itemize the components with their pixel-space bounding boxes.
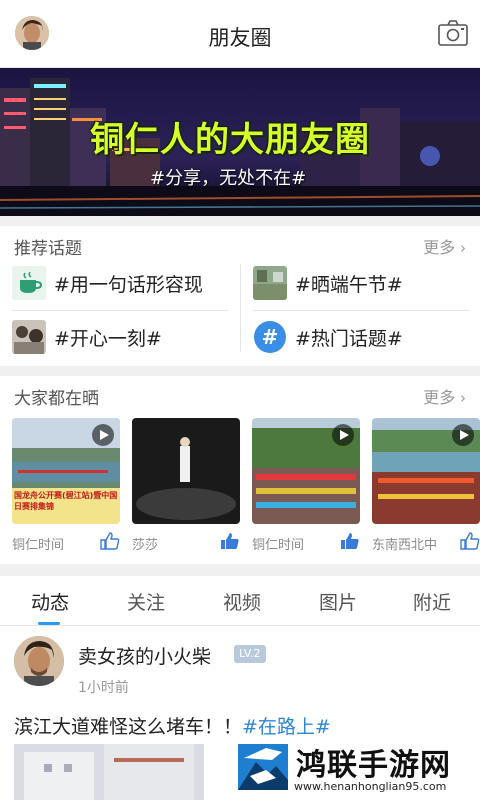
post-timestamp: 1小时前: [78, 680, 129, 696]
topic-item[interactable]: #开心一刻#: [12, 318, 232, 358]
post-author-avatar[interactable]: [14, 636, 64, 686]
everyone-sharing-title: 大家都在晒: [14, 389, 99, 409]
topic-thumbnail: [253, 266, 287, 300]
thumbs-up-icon[interactable]: [340, 532, 360, 550]
recommended-more-link[interactable]: 更多 ›: [423, 234, 466, 258]
recommended-topics-title: 推荐话题: [14, 239, 82, 259]
active-tab-indicator: [38, 622, 60, 625]
topic-thumbnail: [12, 320, 46, 354]
video-caption: 国龙舟公开赛(碧江站)暨中国 日赛排集锦: [14, 491, 118, 511]
post-hashtag[interactable]: #在路上#: [242, 716, 331, 738]
post-text: 滨江大道难怪这么堵车！！#在路上#: [14, 712, 331, 739]
coffee-icon: [12, 266, 46, 300]
chevron-right-icon: ›: [455, 239, 466, 257]
level-badge: LV.2: [234, 645, 266, 663]
everyone-more-link[interactable]: 更多 ›: [423, 384, 466, 408]
banner-subtitle: #分享，无处不在#: [150, 168, 307, 189]
banner[interactable]: 铜仁人的大朋友圈 #分享，无处不在#: [0, 68, 480, 216]
video-thumbnail: [132, 418, 240, 524]
watermark-url: www.henanhonglian95.com: [294, 780, 447, 793]
card-author: 铜仁时间: [12, 538, 65, 553]
section-divider: [0, 366, 480, 376]
tab-video[interactable]: 视频: [194, 588, 290, 615]
topic-item[interactable]: #用一句话形容现: [12, 264, 232, 304]
play-icon: [452, 424, 474, 446]
divider: [253, 310, 469, 311]
tab-follow[interactable]: 关注: [98, 588, 194, 615]
hashtag-icon: #: [253, 320, 287, 354]
video-thumbnail: [372, 418, 480, 524]
more-label: 更多: [423, 238, 456, 257]
section-divider: [0, 564, 480, 576]
play-icon: [92, 424, 114, 446]
thumbs-up-icon[interactable]: [100, 532, 120, 550]
thumbs-up-icon[interactable]: [460, 532, 480, 550]
divider: [240, 264, 241, 352]
topic-label: #热门话题#: [295, 328, 403, 350]
shared-video-card[interactable]: 铜仁时间: [252, 418, 360, 553]
chevron-right-icon: ›: [455, 389, 466, 407]
play-icon: [332, 424, 354, 446]
card-author: 东南西北中: [372, 538, 438, 553]
thumbs-up-icon[interactable]: [220, 532, 240, 550]
tab-nearby[interactable]: 附近: [384, 588, 480, 615]
card-author: 铜仁时间: [252, 538, 305, 553]
topic-label: #开心一刻#: [54, 328, 162, 350]
tab-dynamic[interactable]: 动态: [2, 588, 98, 615]
post-image[interactable]: [14, 744, 204, 800]
feed-tabs: 动态 关注 视频 图片 附近: [0, 576, 480, 626]
camera-icon[interactable]: [438, 20, 468, 46]
top-bar: 朋友圈: [0, 0, 480, 68]
topic-label: #晒端午节#: [295, 274, 403, 296]
topic-item[interactable]: #晒端午节#: [253, 264, 473, 304]
banner-title: 铜仁人的大朋友圈: [90, 120, 370, 160]
post-author-name[interactable]: 卖女孩的小火柴: [78, 642, 211, 669]
page-title: 朋友圈: [208, 26, 272, 50]
watermark: 鸿联手游网 www.henanhonglian95.com: [234, 738, 480, 800]
shared-video-card[interactable]: 东南西北中: [372, 418, 480, 553]
shared-video-card[interactable]: 莎莎: [132, 418, 240, 553]
divider: [12, 310, 228, 311]
tab-photo[interactable]: 图片: [290, 588, 386, 615]
post-body: 滨江大道难怪这么堵车！！: [14, 716, 243, 738]
watermark-title: 鸿联手游网: [296, 748, 451, 783]
section-divider: [0, 216, 480, 226]
topic-label: #用一句话形容现: [54, 274, 203, 296]
video-thumbnail: 国龙舟公开赛(碧江站)暨中国 日赛排集锦: [12, 418, 120, 524]
svg-text:#: #: [262, 325, 279, 349]
watermark-logo: [236, 740, 290, 794]
topic-item[interactable]: # #热门话题#: [253, 318, 473, 358]
more-label: 更多: [423, 388, 456, 407]
video-thumbnail: [252, 418, 360, 524]
shared-video-card[interactable]: 国龙舟公开赛(碧江站)暨中国 日赛排集锦 铜仁时间: [12, 418, 120, 553]
card-author: 莎莎: [132, 538, 159, 553]
